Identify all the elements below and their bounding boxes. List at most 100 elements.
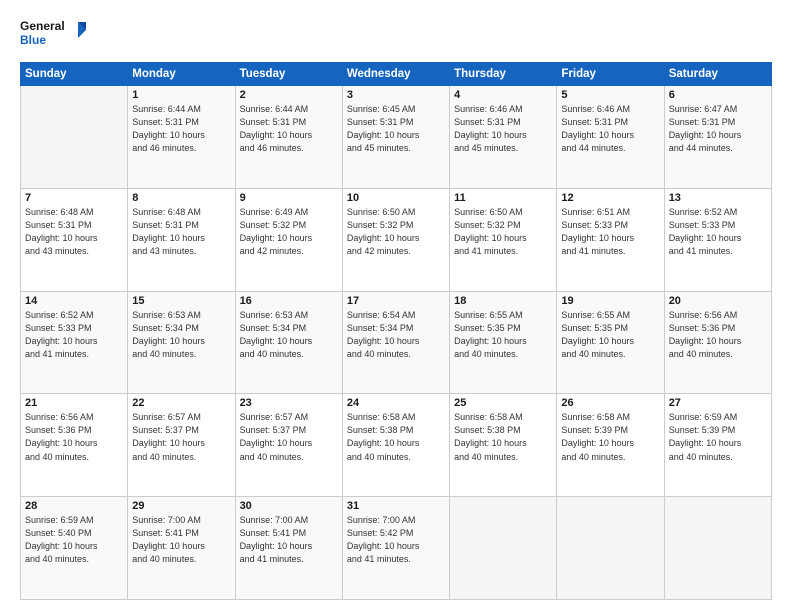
calendar-cell [664, 497, 771, 600]
calendar-cell: 25 Sunrise: 6:58 AM Sunset: 5:38 PM Dayli… [450, 394, 557, 497]
day-number: 11 [454, 192, 552, 204]
day-number: 12 [561, 192, 659, 204]
day-info: Sunrise: 6:59 AM Sunset: 5:39 PM Dayligh… [669, 411, 767, 463]
calendar-cell: 12 Sunrise: 6:51 AM Sunset: 5:33 PM Dayli… [557, 188, 664, 291]
day-info: Sunrise: 7:00 AM Sunset: 5:42 PM Dayligh… [347, 514, 445, 566]
day-number: 7 [25, 192, 123, 204]
day-info: Sunrise: 6:52 AM Sunset: 5:33 PM Dayligh… [25, 309, 123, 361]
calendar-cell [450, 497, 557, 600]
day-info: Sunrise: 7:00 AM Sunset: 5:41 PM Dayligh… [132, 514, 230, 566]
day-info: Sunrise: 6:47 AM Sunset: 5:31 PM Dayligh… [669, 103, 767, 155]
calendar-cell: 6 Sunrise: 6:47 AM Sunset: 5:31 PM Daylig… [664, 86, 771, 189]
calendar-cell: 14 Sunrise: 6:52 AM Sunset: 5:33 PM Dayli… [21, 291, 128, 394]
day-number: 15 [132, 295, 230, 307]
calendar-cell: 13 Sunrise: 6:52 AM Sunset: 5:33 PM Dayli… [664, 188, 771, 291]
calendar-cell: 19Sunrise: 6:55 AM Sunset: 5:35 PM Dayli… [557, 291, 664, 394]
page: General Blue SundayMondayTuesdayWednesda… [0, 0, 792, 612]
day-number: 19 [561, 295, 659, 307]
calendar-cell: 11 Sunrise: 6:50 AM Sunset: 5:32 PM Dayli… [450, 188, 557, 291]
calendar-body: 1Sunrise: 6:44 AM Sunset: 5:31 PM Daylig… [21, 86, 772, 600]
calendar-cell: 7 Sunrise: 6:48 AM Sunset: 5:31 PM Daylig… [21, 188, 128, 291]
day-info: Sunrise: 6:51 AM Sunset: 5:33 PM Dayligh… [561, 206, 659, 258]
day-number: 25 [454, 397, 552, 409]
day-number: 18 [454, 295, 552, 307]
day-number: 9 [240, 192, 338, 204]
calendar-week-row: 28 Sunrise: 6:59 AM Sunset: 5:40 PM Dayli… [21, 497, 772, 600]
day-number: 26 [561, 397, 659, 409]
calendar-cell: 10Sunrise: 6:50 AM Sunset: 5:32 PM Dayli… [342, 188, 449, 291]
logo: General Blue [20, 16, 90, 52]
calendar-cell: 3Sunrise: 6:45 AM Sunset: 5:31 PM Daylig… [342, 86, 449, 189]
day-info: Sunrise: 6:57 AM Sunset: 5:37 PM Dayligh… [132, 411, 230, 463]
calendar-cell: 4Sunrise: 6:46 AM Sunset: 5:31 PM Daylig… [450, 86, 557, 189]
day-info: Sunrise: 6:53 AM Sunset: 5:34 PM Dayligh… [132, 309, 230, 361]
day-info: Sunrise: 6:58 AM Sunset: 5:39 PM Dayligh… [561, 411, 659, 463]
calendar-cell [557, 497, 664, 600]
day-info: Sunrise: 6:45 AM Sunset: 5:31 PM Dayligh… [347, 103, 445, 155]
day-info: Sunrise: 6:46 AM Sunset: 5:31 PM Dayligh… [561, 103, 659, 155]
calendar-cell: 28 Sunrise: 6:59 AM Sunset: 5:40 PM Dayli… [21, 497, 128, 600]
calendar-cell: 23 Sunrise: 6:57 AM Sunset: 5:37 PM Dayli… [235, 394, 342, 497]
day-number: 1 [132, 89, 230, 101]
day-info: Sunrise: 6:56 AM Sunset: 5:36 PM Dayligh… [669, 309, 767, 361]
calendar-cell: 30 Sunrise: 7:00 AM Sunset: 5:41 PM Dayli… [235, 497, 342, 600]
day-number: 23 [240, 397, 338, 409]
weekday-header: Monday [128, 63, 235, 86]
day-info: Sunrise: 6:54 AM Sunset: 5:34 PM Dayligh… [347, 309, 445, 361]
calendar-cell: 18 Sunrise: 6:55 AM Sunset: 5:35 PM Dayli… [450, 291, 557, 394]
calendar-cell: 21Sunrise: 6:56 AM Sunset: 5:36 PM Dayli… [21, 394, 128, 497]
day-info: Sunrise: 7:00 AM Sunset: 5:41 PM Dayligh… [240, 514, 338, 566]
day-number: 31 [347, 500, 445, 512]
calendar-cell: 22 Sunrise: 6:57 AM Sunset: 5:37 PM Dayli… [128, 394, 235, 497]
day-number: 30 [240, 500, 338, 512]
calendar-header-row: SundayMondayTuesdayWednesdayThursdayFrid… [21, 63, 772, 86]
calendar-cell: 15 Sunrise: 6:53 AM Sunset: 5:34 PM Dayli… [128, 291, 235, 394]
weekday-header: Sunday [21, 63, 128, 86]
day-number: 14 [25, 295, 123, 307]
day-info: Sunrise: 6:58 AM Sunset: 5:38 PM Dayligh… [454, 411, 552, 463]
day-info: Sunrise: 6:48 AM Sunset: 5:31 PM Dayligh… [132, 206, 230, 258]
day-info: Sunrise: 6:50 AM Sunset: 5:32 PM Dayligh… [454, 206, 552, 258]
day-number: 28 [25, 500, 123, 512]
calendar-cell: 27Sunrise: 6:59 AM Sunset: 5:39 PM Dayli… [664, 394, 771, 497]
day-number: 20 [669, 295, 767, 307]
day-number: 21 [25, 397, 123, 409]
day-info: Sunrise: 6:48 AM Sunset: 5:31 PM Dayligh… [25, 206, 123, 258]
day-info: Sunrise: 6:55 AM Sunset: 5:35 PM Dayligh… [454, 309, 552, 361]
calendar-table: SundayMondayTuesdayWednesdayThursdayFrid… [20, 62, 772, 600]
day-info: Sunrise: 6:53 AM Sunset: 5:34 PM Dayligh… [240, 309, 338, 361]
calendar-cell: 9Sunrise: 6:49 AM Sunset: 5:32 PM Daylig… [235, 188, 342, 291]
day-info: Sunrise: 6:52 AM Sunset: 5:33 PM Dayligh… [669, 206, 767, 258]
day-info: Sunrise: 6:57 AM Sunset: 5:37 PM Dayligh… [240, 411, 338, 463]
calendar-week-row: 7 Sunrise: 6:48 AM Sunset: 5:31 PM Daylig… [21, 188, 772, 291]
day-number: 6 [669, 89, 767, 101]
calendar-cell: 8 Sunrise: 6:48 AM Sunset: 5:31 PM Daylig… [128, 188, 235, 291]
day-number: 13 [669, 192, 767, 204]
day-number: 5 [561, 89, 659, 101]
logo-svg: General Blue [20, 16, 90, 52]
day-info: Sunrise: 6:59 AM Sunset: 5:40 PM Dayligh… [25, 514, 123, 566]
day-number: 16 [240, 295, 338, 307]
day-number: 10 [347, 192, 445, 204]
header: General Blue [20, 16, 772, 52]
day-number: 2 [240, 89, 338, 101]
day-number: 22 [132, 397, 230, 409]
calendar-cell: 17 Sunrise: 6:54 AM Sunset: 5:34 PM Dayli… [342, 291, 449, 394]
calendar-cell: 29Sunrise: 7:00 AM Sunset: 5:41 PM Dayli… [128, 497, 235, 600]
calendar-cell: 26 Sunrise: 6:58 AM Sunset: 5:39 PM Dayli… [557, 394, 664, 497]
calendar-cell: 20 Sunrise: 6:56 AM Sunset: 5:36 PM Dayli… [664, 291, 771, 394]
calendar-cell: 5 Sunrise: 6:46 AM Sunset: 5:31 PM Daylig… [557, 86, 664, 189]
calendar-cell [21, 86, 128, 189]
calendar-cell: 16 Sunrise: 6:53 AM Sunset: 5:34 PM Dayli… [235, 291, 342, 394]
day-number: 8 [132, 192, 230, 204]
weekday-header: Friday [557, 63, 664, 86]
weekday-header: Wednesday [342, 63, 449, 86]
weekday-header: Tuesday [235, 63, 342, 86]
day-number: 17 [347, 295, 445, 307]
calendar-week-row: 21Sunrise: 6:56 AM Sunset: 5:36 PM Dayli… [21, 394, 772, 497]
day-number: 24 [347, 397, 445, 409]
day-number: 4 [454, 89, 552, 101]
calendar-cell: 1Sunrise: 6:44 AM Sunset: 5:31 PM Daylig… [128, 86, 235, 189]
calendar-cell: 2Sunrise: 6:44 AM Sunset: 5:31 PM Daylig… [235, 86, 342, 189]
calendar-week-row: 1Sunrise: 6:44 AM Sunset: 5:31 PM Daylig… [21, 86, 772, 189]
